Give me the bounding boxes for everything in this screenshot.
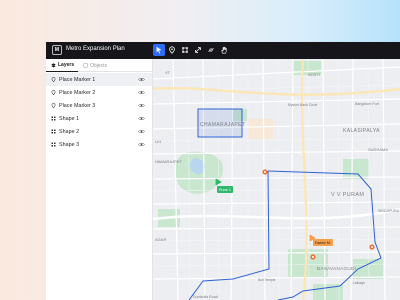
shape-icon — [51, 116, 56, 121]
layer-shape-2[interactable]: Shape 2 — [46, 125, 152, 138]
shape-icon — [51, 142, 56, 147]
map-canvas[interactable]: Pune 1 Dashv M. CHAMARAJAPET KALASIPALYA… — [153, 59, 400, 300]
tab-objects[interactable]: Objects — [78, 59, 111, 72]
shape-icon — [51, 129, 56, 134]
layer-label: Shape 3 — [59, 142, 80, 148]
eye-icon[interactable] — [138, 77, 145, 82]
road-label: Dumbulla Road — [193, 295, 218, 299]
cursor-icon — [156, 46, 162, 54]
resize-icon — [195, 47, 201, 53]
hand-tool-button[interactable] — [218, 44, 230, 56]
orange-pin[interactable] — [310, 254, 316, 260]
tab-layers[interactable]: Layers — [46, 59, 79, 72]
objects-icon — [83, 63, 88, 68]
eye-icon[interactable] — [138, 116, 145, 121]
layers-sidebar: Layers Objects Place Marker 1 Place Mark… — [46, 59, 153, 300]
layer-label: Shape 2 — [59, 129, 80, 135]
orange-pin[interactable] — [262, 169, 268, 175]
resize-tool-button[interactable] — [192, 44, 204, 56]
marker-label: Pune 1 — [219, 188, 231, 192]
area-label: LKI — [155, 139, 161, 144]
tab-objects-label: Objects — [90, 62, 108, 69]
layer-shape-1[interactable]: Shape 1 — [46, 112, 152, 125]
area-label: SUDHAMA — [368, 147, 388, 152]
area-label: KALASIPALYA — [343, 128, 380, 134]
cursor-tool-button[interactable] — [153, 44, 165, 56]
area-label: BOSTI — [308, 72, 320, 77]
pin-icon — [51, 90, 56, 95]
sidebar-tabs: Layers Objects — [46, 59, 152, 72]
pin-tool-button[interactable] — [166, 44, 178, 56]
layer-label: Place Marker 3 — [59, 103, 96, 109]
eye-icon[interactable] — [138, 90, 145, 95]
place-label: Bangalore Fort — [355, 102, 379, 106]
project-name[interactable]: Metro Expansion Plan — [66, 46, 125, 52]
layer-place-marker-2[interactable]: Place Marker 2 — [46, 86, 152, 99]
top-bar: M Metro Expansion Plan — [46, 42, 400, 59]
pin-icon — [51, 103, 56, 108]
area-label: CHAMARAJAPET — [200, 122, 245, 128]
layers-icon — [51, 62, 56, 67]
marker-label: Dashv M. — [315, 241, 331, 245]
layer-label: Shape 1 — [59, 116, 80, 122]
eye-icon[interactable] — [138, 129, 145, 134]
area-label: BASAVANAGUDI — [317, 266, 356, 271]
eye-icon[interactable] — [138, 142, 145, 147]
layer-place-marker-3[interactable]: Place Marker 3 — [46, 99, 152, 112]
area-label: HAMARAJPET — [155, 159, 182, 164]
area-label: VT — [165, 70, 171, 75]
shape-tool-button[interactable] — [179, 44, 191, 56]
place-label: Lalbagh — [353, 281, 365, 285]
pin-icon — [51, 77, 56, 82]
layer-label: Place Marker 2 — [59, 90, 96, 96]
hand-icon — [221, 46, 227, 54]
place-label: Mysore Bank Circle — [288, 103, 318, 107]
orange-pin[interactable] — [369, 244, 375, 250]
layer-shape-3[interactable]: Shape 3 — [46, 138, 152, 151]
tab-layers-label: Layers — [58, 62, 75, 68]
area-label: V V PURAM — [331, 192, 364, 198]
pin-icon — [169, 46, 175, 54]
path-icon — [208, 48, 214, 52]
area-label: SIDDAPURA — [378, 209, 400, 213]
area-label: AGAR — [155, 237, 166, 242]
layer-place-marker-1[interactable]: Place Marker 1 — [46, 73, 152, 86]
app-window: M Metro Expansion Plan Layers Objects Pl… — [46, 42, 400, 300]
highlight-area — [248, 119, 273, 139]
park-area — [343, 159, 369, 179]
place-label: Bull Temple — [258, 278, 276, 282]
shape-icon — [182, 47, 188, 53]
app-logo[interactable]: M — [52, 45, 62, 55]
path-tool-button[interactable] — [205, 44, 217, 56]
layer-label: Place Marker 1 — [59, 77, 96, 83]
eye-icon[interactable] — [138, 103, 145, 108]
